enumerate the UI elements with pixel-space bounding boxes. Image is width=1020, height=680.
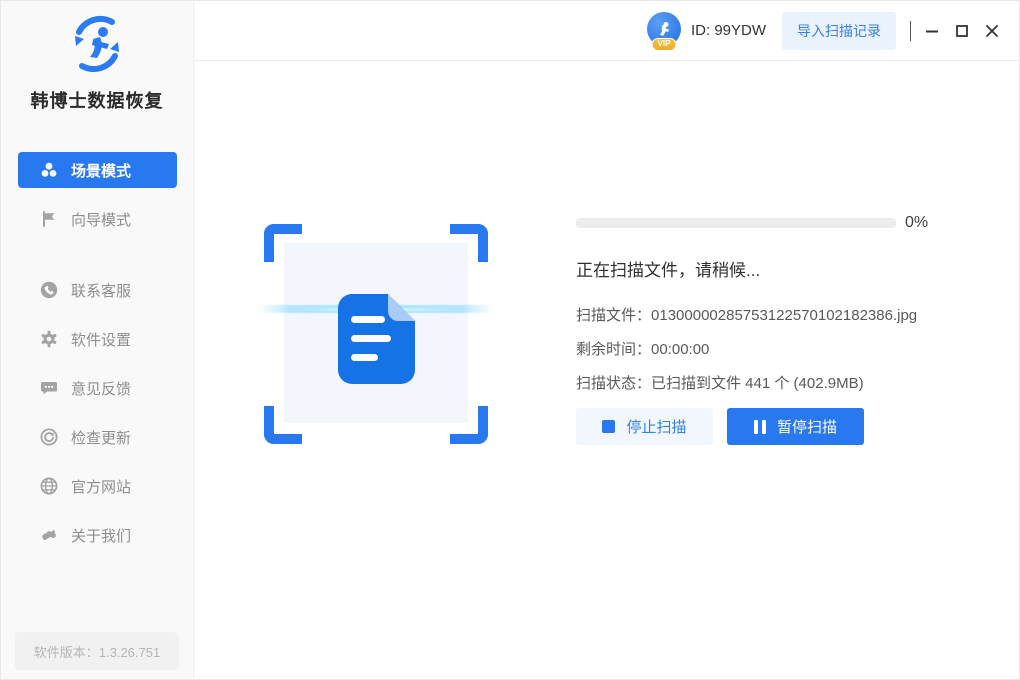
close-button[interactable] [977, 16, 1007, 46]
gear-icon [40, 330, 58, 348]
scan-corner-top-right [450, 224, 488, 262]
scan-info-panel: 0% 正在扫描文件，请稍候... 扫描文件： 01300000285753122… [576, 214, 976, 445]
scan-animation [258, 224, 494, 444]
scan-file-label: 扫描文件： [576, 307, 652, 324]
scan-page: 0% 正在扫描文件，请稍候... 扫描文件： 01300000285753122… [194, 61, 1019, 679]
globe-icon [40, 477, 58, 495]
maximize-icon [956, 24, 968, 37]
remaining-time-value: 00:00:00 [651, 341, 710, 358]
remaining-time-row: 剩余时间： 00:00:00 [576, 340, 976, 359]
sidebar-item-software-settings[interactable]: 软件设置 [18, 321, 177, 357]
vip-badge: VIP [651, 37, 677, 51]
remaining-time-label: 剩余时间： [576, 341, 652, 358]
app-title: 韩博士数据恢复 [30, 91, 164, 111]
scan-corner-top-left [264, 224, 302, 262]
phone-icon [40, 281, 58, 299]
document-icon [338, 294, 415, 384]
scan-actions: 停止扫描 暂停扫描 [576, 408, 976, 445]
scan-corner-bottom-right [450, 406, 488, 444]
sidebar-item-label: 向导模式 [71, 211, 132, 229]
sidebar-item-label: 关于我们 [71, 527, 132, 545]
scan-state-row: 扫描状态： 已扫描到文件 441 个 (402.9MB) [576, 374, 976, 393]
sidebar-item-label: 官方网站 [71, 478, 132, 496]
topbar: VIP ID: 99YDW 导入扫描记录 [194, 1, 1019, 61]
sidebar-item-label: 联系客服 [71, 282, 132, 300]
sidebar: 韩博士数据恢复 场景模式 向导模式 联系客服 软件设置 意见反馈 检查更新 官方… [1, 1, 194, 679]
feedback-icon [40, 379, 58, 397]
main-area: VIP ID: 99YDW 导入扫描记录 0% 正在扫描文件，请稍候... 扫描… [194, 1, 1019, 679]
scan-file-value: 01300000285753122570102182386.jpg [651, 307, 918, 324]
scan-detail-rows: 扫描文件： 01300000285753122570102182386.jpg … [576, 306, 976, 393]
minimize-icon [926, 30, 938, 32]
pause-icon [753, 419, 766, 434]
app-logo-icon [75, 15, 119, 73]
handshake-icon [40, 526, 58, 544]
scan-status-message: 正在扫描文件，请稍候... [576, 261, 761, 280]
topbar-divider [910, 20, 911, 41]
sidebar-item-scene-mode[interactable]: 场景模式 [18, 152, 177, 188]
sidebar-nav: 场景模式 向导模式 联系客服 软件设置 意见反馈 检查更新 官方网站 关于我们 [1, 152, 193, 553]
progress-bar [576, 218, 896, 228]
pause-scan-label: 暂停扫描 [776, 419, 837, 436]
sidebar-item-label: 软件设置 [71, 331, 132, 349]
app-window: 韩博士数据恢复 场景模式 向导模式 联系客服 软件设置 意见反馈 检查更新 官方… [0, 0, 1020, 680]
progress-row: 0% [576, 214, 976, 232]
scan-state-value: 已扫描到文件 441 个 (402.9MB) [651, 375, 864, 392]
logo-area: 韩博士数据恢复 [1, 1, 193, 113]
stop-scan-button[interactable]: 停止扫描 [576, 408, 713, 445]
sidebar-item-feedback[interactable]: 意见反馈 [18, 370, 177, 406]
scan-file-row: 扫描文件： 01300000285753122570102182386.jpg [576, 306, 976, 325]
version-label: 软件版本：1.3.26.751 [15, 632, 179, 670]
minimize-button[interactable] [917, 16, 947, 46]
sidebar-item-label: 检查更新 [71, 429, 132, 447]
sidebar-item-check-update[interactable]: 检查更新 [18, 419, 177, 455]
sidebar-item-about-us[interactable]: 关于我们 [18, 517, 177, 553]
import-scan-records-button[interactable]: 导入扫描记录 [782, 11, 896, 50]
scan-state-label: 扫描状态： [576, 375, 652, 392]
sidebar-item-label: 意见反馈 [71, 380, 132, 398]
maximize-button[interactable] [947, 16, 977, 46]
progress-percent: 0% [905, 214, 929, 231]
update-icon [40, 428, 58, 446]
stop-scan-label: 停止扫描 [626, 419, 687, 436]
pause-scan-button[interactable]: 暂停扫描 [727, 408, 864, 445]
close-icon [986, 24, 998, 37]
sidebar-item-official-website[interactable]: 官方网站 [18, 468, 177, 504]
sidebar-item-contact-support[interactable]: 联系客服 [18, 272, 177, 308]
sidebar-item-wizard-mode[interactable]: 向导模式 [18, 201, 177, 237]
scene-mode-icon [40, 161, 58, 179]
sidebar-item-label: 场景模式 [71, 162, 132, 180]
scan-corner-bottom-left [264, 406, 302, 444]
stop-icon [602, 420, 616, 433]
flag-icon [40, 210, 58, 228]
user-id: ID: 99YDW [690, 22, 766, 39]
user-avatar[interactable]: VIP [645, 11, 683, 51]
